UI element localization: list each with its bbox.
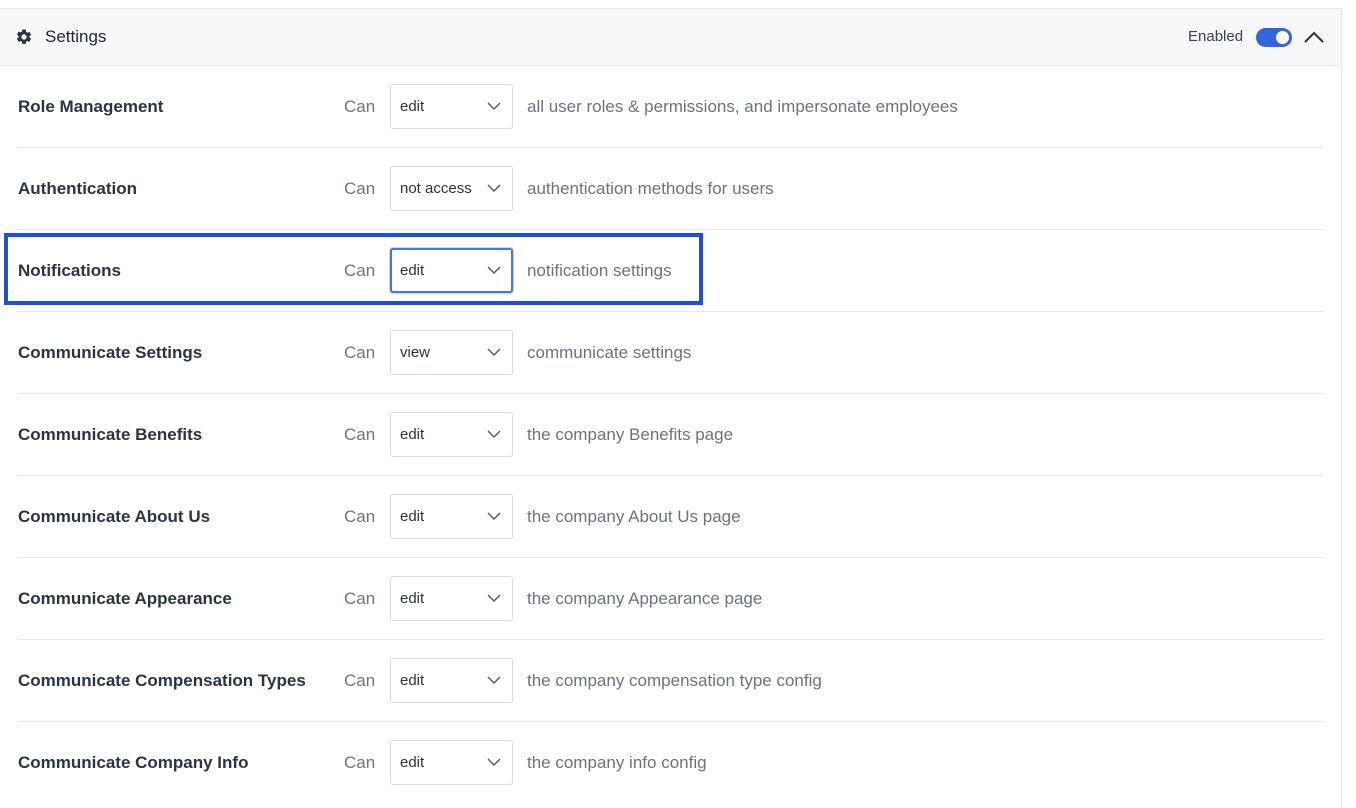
permission-select[interactable]: edit (390, 494, 513, 539)
permission-description: communicate settings (527, 343, 692, 362)
permission-name: Communicate Benefits (18, 425, 203, 444)
permission-row: Role Management Can edit all user roles … (0, 66, 1342, 148)
chevron-down-icon (487, 758, 501, 766)
enabled-label: Enabled (1188, 28, 1244, 45)
panel-title: Settings (45, 27, 107, 46)
permission-row: Communicate Settings Can view communicat… (0, 312, 1342, 394)
permission-row: Communicate About Us Can edit the compan… (0, 476, 1342, 558)
permission-description: the company Appearance page (527, 589, 763, 608)
permission-list: Role Management Can edit all user roles … (0, 66, 1342, 804)
permission-name: Notifications (18, 261, 121, 280)
select-value: edit (400, 98, 425, 115)
chevron-down-icon (487, 102, 501, 110)
enabled-toggle[interactable] (1256, 28, 1292, 47)
permission-name: Communicate Compensation Types (18, 671, 306, 690)
settings-panel: Settings Enabled Role Management Can edi… (0, 8, 1342, 808)
chevron-down-icon (487, 184, 501, 192)
chevron-down-icon (487, 676, 501, 684)
permission-select[interactable]: edit (390, 658, 513, 703)
permission-name: Communicate Appearance (18, 589, 232, 608)
permission-select[interactable]: edit (390, 412, 513, 457)
chevron-down-icon (487, 266, 501, 274)
permission-row: Communicate Appearance Can edit the comp… (0, 558, 1342, 640)
can-label: Can (344, 507, 376, 526)
permission-select[interactable]: edit (390, 248, 513, 293)
permission-row: Communicate Compensation Types Can edit … (0, 640, 1342, 722)
select-value: edit (400, 508, 425, 525)
toggle-knob (1276, 31, 1289, 44)
permission-row: Notifications Can edit notification sett… (0, 230, 1342, 312)
select-value: edit (400, 262, 425, 279)
select-value: not access (400, 180, 472, 197)
chevron-down-icon (487, 348, 501, 356)
permission-description: notification settings (527, 261, 672, 280)
chevron-down-icon (487, 594, 501, 602)
can-label: Can (344, 97, 376, 116)
permission-name: Communicate About Us (18, 507, 211, 526)
select-value: edit (400, 672, 425, 689)
permission-description: all user roles & permissions, and impers… (527, 97, 958, 116)
can-label: Can (344, 425, 376, 444)
permission-select[interactable]: view (390, 330, 513, 375)
permission-description: the company About Us page (527, 507, 741, 526)
can-label: Can (344, 179, 376, 198)
permission-name: Communicate Company Info (18, 753, 249, 772)
permission-row: Authentication Can not access authentica… (0, 148, 1342, 230)
chevron-down-icon (487, 430, 501, 438)
permission-row: Communicate Benefits Can edit the compan… (0, 394, 1342, 476)
permission-select[interactable]: not access (390, 166, 513, 211)
select-value: edit (400, 426, 425, 443)
permission-row: Communicate Company Info Can edit the co… (0, 722, 1342, 804)
permission-description: the company Benefits page (527, 425, 734, 444)
permission-name: Communicate Settings (18, 343, 203, 362)
permission-name: Role Management (18, 97, 164, 116)
permission-description: the company compensation type config (527, 671, 822, 690)
permission-description: the company info config (527, 753, 707, 772)
can-label: Can (344, 261, 376, 280)
select-value: edit (400, 754, 425, 771)
permission-description: authentication methods for users (527, 179, 774, 198)
select-value: edit (400, 590, 425, 607)
settings-header[interactable]: Settings Enabled (0, 9, 1341, 66)
permission-select[interactable]: edit (390, 84, 513, 129)
permission-name: Authentication (18, 179, 137, 198)
select-value: view (400, 344, 431, 361)
gear-icon (16, 29, 32, 44)
chevron-up-icon[interactable] (1303, 29, 1325, 45)
can-label: Can (344, 671, 376, 690)
permission-select[interactable]: edit (390, 740, 513, 785)
can-label: Can (344, 343, 376, 362)
chevron-down-icon (487, 512, 501, 520)
permission-select[interactable]: edit (390, 576, 513, 621)
can-label: Can (344, 589, 376, 608)
can-label: Can (344, 753, 376, 772)
